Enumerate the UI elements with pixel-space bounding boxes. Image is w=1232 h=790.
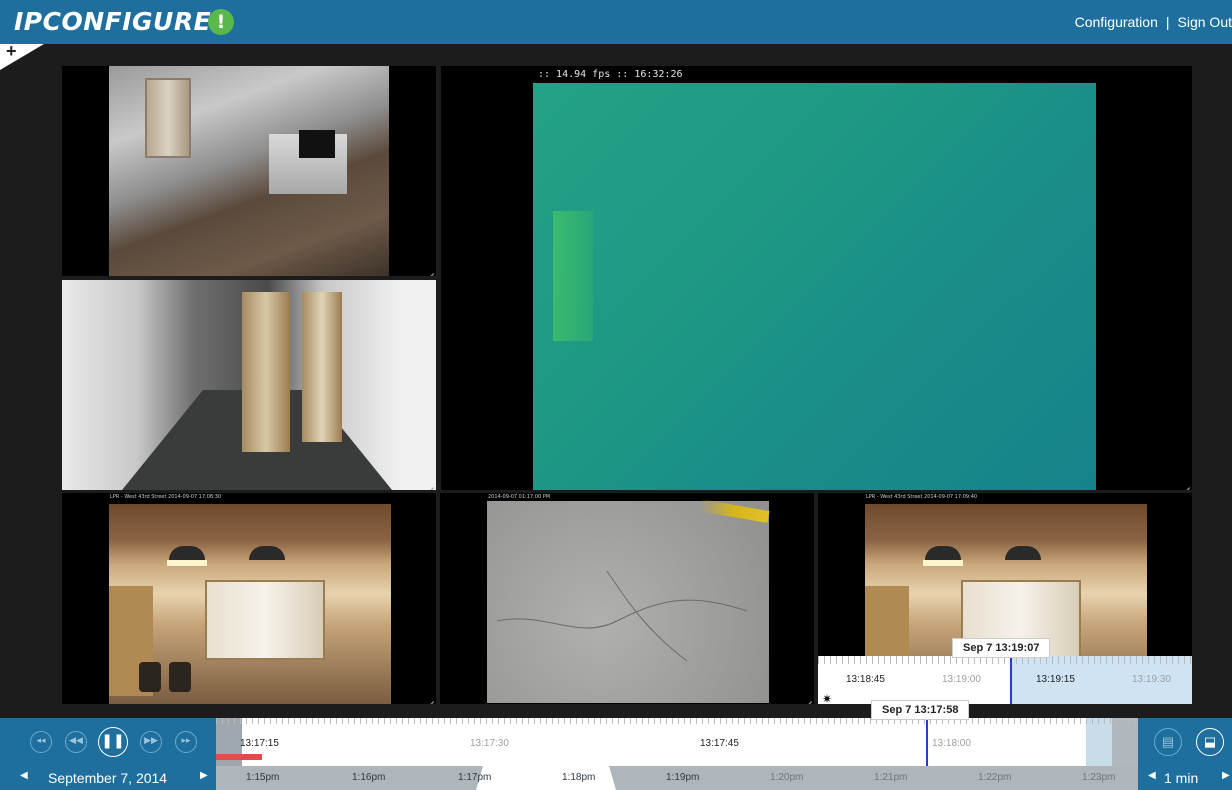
- camera-tile-main[interactable]: :: 14.94 fps :: 16:32:26: [441, 66, 1192, 490]
- playhead-tooltip: Sep 7 13:17:58: [871, 700, 970, 720]
- camera-feed-lobby: [109, 66, 389, 276]
- timeline-time-label: 13:17:45: [700, 738, 739, 749]
- configuration-link[interactable]: Configuration: [1075, 14, 1158, 30]
- hour-label: 1:18pm: [562, 772, 596, 783]
- preview-tooltip: Sep 7 13:19:07: [952, 638, 1051, 658]
- camera-tile-pavement[interactable]: 2014-09-07 01:17:00 PM: [440, 493, 814, 704]
- pavement-cracks: [496, 570, 748, 662]
- resize-handle[interactable]: [420, 688, 434, 702]
- resize-handle[interactable]: [420, 474, 434, 488]
- plus-icon: +: [6, 41, 17, 61]
- hour-label: 1:17pm: [458, 772, 492, 783]
- camera-timestamp: LPR - West 43rd Street 2014-09-07 17:09:…: [866, 494, 978, 500]
- app-window: IPCONFIGURE ! Configuration | Sign Out +: [0, 0, 1232, 790]
- door-shape: [302, 292, 342, 442]
- preview-timeline[interactable]: 13:18:45 13:19:00 13:19:15 13:19:30: [818, 656, 1192, 704]
- lamp-shape: [249, 546, 285, 560]
- timeline-time-label: 13:17:30: [470, 738, 509, 749]
- link-separator: |: [1165, 14, 1170, 30]
- lamp-shape: [169, 546, 205, 560]
- date-navigator: ◀ September 7, 2014 ▶: [0, 766, 216, 790]
- preview-time-label: 13:18:45: [846, 674, 885, 685]
- timeline-highlight: [1086, 718, 1112, 766]
- top-bar: IPCONFIGURE ! Configuration | Sign Out: [0, 0, 1232, 44]
- zoom-label: 1 min: [1164, 770, 1199, 786]
- skip-back-button[interactable]: ◂◂: [30, 731, 52, 753]
- hour-label: 1:22pm: [978, 772, 1012, 783]
- door-shape: [145, 78, 191, 158]
- glass-wall: [205, 580, 325, 660]
- hour-scale[interactable]: 1:15pm 1:16pm 1:17pm 1:18pm 1:19pm 1:20p…: [216, 766, 1138, 790]
- fast-forward-button[interactable]: ▶▶: [140, 731, 162, 753]
- logo: IPCONFIGURE: [14, 7, 212, 36]
- privacy-mask: [299, 130, 335, 158]
- resize-handle[interactable]: [420, 260, 434, 274]
- camera-tile-office-1[interactable]: LPR - West 43rd Street 2014-09-07 17:08:…: [62, 493, 436, 704]
- rewind-button[interactable]: ◀◀: [65, 731, 87, 753]
- preview-time-label: 13:19:15: [1036, 674, 1075, 685]
- timeline-time-label: 13:17:15: [240, 738, 279, 749]
- playback-controls: ◂◂ ◀◀ ❚❚ ▶▶ ▸▸: [0, 718, 216, 766]
- fps-overlay: :: 14.94 fps :: 16:32:26: [538, 69, 683, 80]
- hour-label: 1:16pm: [352, 772, 386, 783]
- resize-handle[interactable]: [798, 688, 812, 702]
- export-button[interactable]: ⬓: [1196, 728, 1224, 756]
- preview-time-label: 13:19:30: [1132, 674, 1171, 685]
- hour-label: 1:20pm: [770, 772, 804, 783]
- lamp-glow: [923, 560, 963, 566]
- chair-shape: [139, 662, 161, 692]
- resize-handle[interactable]: [1176, 474, 1190, 488]
- pause-button[interactable]: ❚❚: [98, 727, 128, 757]
- zoom-out-button[interactable]: ◀: [1148, 770, 1156, 781]
- sub-bar: [0, 44, 1232, 66]
- skip-forward-button[interactable]: ▸▸: [175, 731, 197, 753]
- light-strip: [553, 211, 593, 341]
- door-shape: [242, 292, 290, 452]
- next-date-button[interactable]: ▶: [200, 770, 208, 781]
- zoom-in-button[interactable]: ▶: [1222, 770, 1230, 781]
- alert-icon[interactable]: !: [208, 9, 234, 35]
- camera-feed-pavement: [487, 499, 770, 703]
- camera-feed-hallway: [62, 280, 436, 490]
- date-label[interactable]: September 7, 2014: [48, 770, 167, 786]
- hour-label: 1:15pm: [246, 772, 280, 783]
- prev-date-button[interactable]: ◀: [20, 770, 28, 781]
- chair-shape: [169, 662, 191, 692]
- layout-button[interactable]: ▤: [1154, 728, 1182, 756]
- sign-out-link[interactable]: Sign Out: [1178, 14, 1232, 30]
- recording-segment: [216, 754, 262, 760]
- loading-spinner-icon: ✷: [822, 692, 833, 706]
- timeline-time-label: 13:18:00: [932, 738, 971, 749]
- camera-feed-office-1: [109, 504, 391, 704]
- timeline-track[interactable]: 13:17:15 13:17:30 13:17:45 13:18:00: [216, 718, 1138, 766]
- preview-cursor[interactable]: [1010, 656, 1012, 704]
- timeline-ticks: [216, 718, 1138, 724]
- preview-time-label: 13:19:00: [942, 674, 981, 685]
- lamp-glow: [167, 560, 207, 566]
- hour-label: 1:19pm: [666, 772, 700, 783]
- camera-tile-lobby[interactable]: [62, 66, 436, 276]
- camera-tile-hallway[interactable]: [62, 280, 436, 490]
- add-view-button[interactable]: +: [0, 41, 44, 70]
- hour-label: 1:21pm: [874, 772, 908, 783]
- hour-label: 1:23pm: [1082, 772, 1116, 783]
- camera-feed-main: [533, 83, 1096, 490]
- camera-timestamp: 2014-09-07 01:17:00 PM: [488, 494, 551, 500]
- camera-timestamp: LPR - West 43rd Street 2014-09-07 17:08:…: [110, 494, 222, 500]
- top-links: Configuration | Sign Out: [1075, 14, 1232, 30]
- lamp-shape: [1005, 546, 1041, 560]
- zoom-navigator: ◀ 1 min ▶: [1138, 766, 1232, 790]
- playhead-cursor[interactable]: [926, 718, 928, 766]
- timeline-shade: [1112, 718, 1138, 766]
- right-controls: ▤ ⬓: [1138, 718, 1232, 766]
- lamp-shape: [925, 546, 961, 560]
